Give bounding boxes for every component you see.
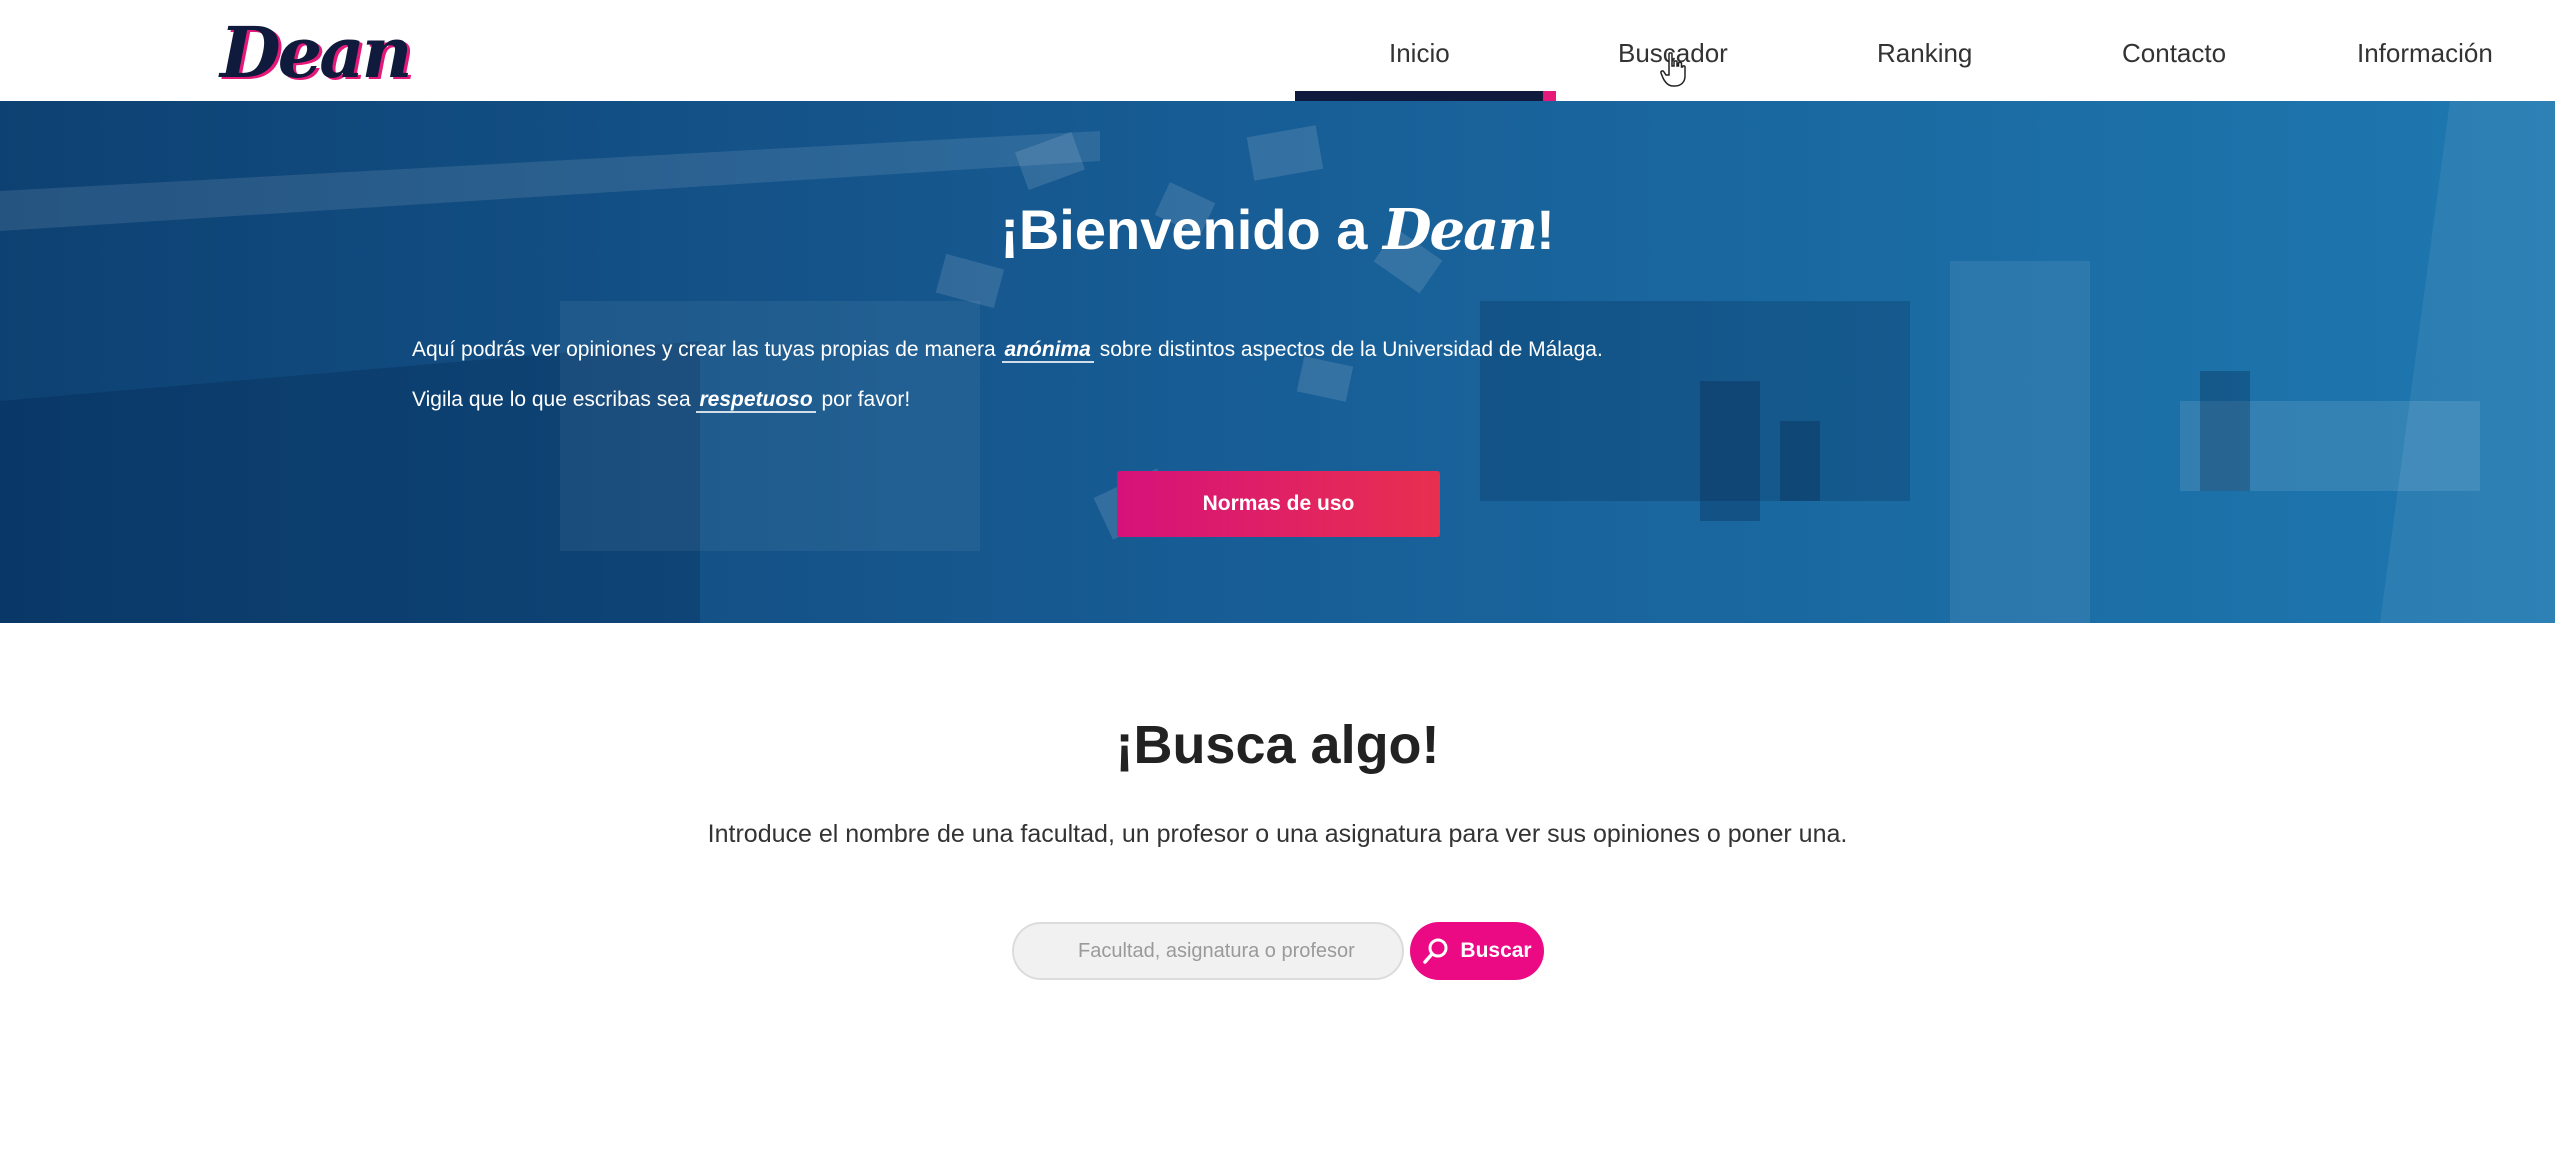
hero-title-prefix: ¡Bienvenido a xyxy=(1000,198,1383,261)
hand-cursor-icon xyxy=(1660,52,1686,87)
nav-item-contacto[interactable]: Contacto xyxy=(2122,38,2226,68)
logo[interactable]: Dean xyxy=(220,8,412,98)
nav-item-inicio[interactable]: Inicio xyxy=(1389,38,1450,68)
hero-banner: ¡Bienvenido a Dean! Aquí podrás ver opin… xyxy=(0,101,2555,623)
hero-title-brand: Dean xyxy=(1382,197,1538,263)
search-button[interactable]: Buscar xyxy=(1410,922,1544,980)
navbar: Dean Inicio Buscador Ranking Contacto In… xyxy=(0,0,2555,101)
hero-text-segment: Vigila que lo que escribas sea xyxy=(412,388,697,411)
hero-text-line-1: Aquí podrás ver opiniones y crear las tu… xyxy=(412,336,1603,364)
emphasis-anonima: anónima xyxy=(1001,338,1094,363)
hero-text-line-2: Vigila que lo que escribas sea respetuos… xyxy=(412,386,910,414)
emphasis-respetuoso: respetuoso xyxy=(696,388,816,413)
hero-title: ¡Bienvenido a Dean! xyxy=(0,195,2555,265)
search-description: Introduce el nombre de una facultad, un … xyxy=(707,820,1848,848)
normas-de-uso-button[interactable]: Normas de uso xyxy=(1117,471,1440,537)
hero-text-segment: por favor! xyxy=(815,388,911,411)
hero-text-segment: Aquí podrás ver opiniones y crear las tu… xyxy=(412,338,1002,361)
search-title: ¡Busca algo! xyxy=(1115,715,1440,775)
nav-active-indicator xyxy=(1295,91,1556,101)
search-input[interactable] xyxy=(1012,922,1404,980)
hero-title-suffix: ! xyxy=(1536,198,1555,261)
hero-text-segment: sobre distintos aspectos de la Universid… xyxy=(1093,338,1603,361)
nav-item-informacion[interactable]: Información xyxy=(2357,38,2493,68)
search-button-label: Buscar xyxy=(1460,939,1532,962)
search-icon xyxy=(1423,938,1448,964)
nav-item-ranking[interactable]: Ranking xyxy=(1877,38,1972,68)
